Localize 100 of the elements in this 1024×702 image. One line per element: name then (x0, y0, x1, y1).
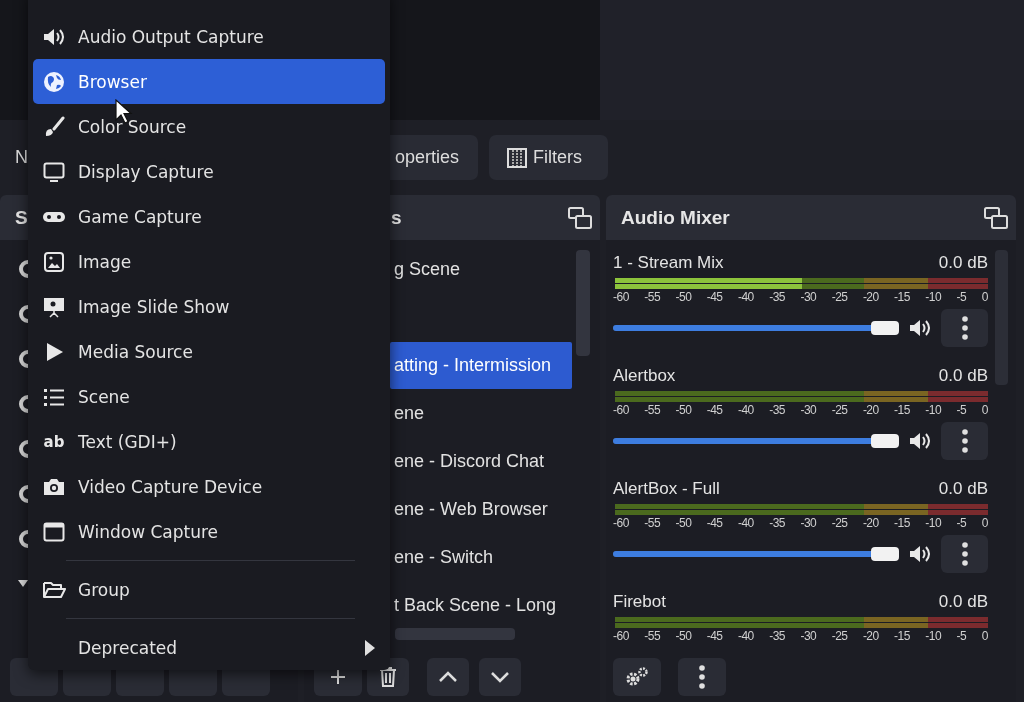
kebab-icon (961, 542, 968, 566)
volume-slider[interactable] (613, 547, 899, 561)
menu-item[interactable]: Video Capture Device (33, 464, 385, 509)
scale-label: -25 (831, 516, 848, 532)
scrollbar[interactable] (576, 250, 590, 356)
scale-label: -30 (800, 516, 817, 532)
dock-title: Audio Mixer (621, 206, 730, 229)
list-item[interactable]: t Back Scene - Long (390, 582, 572, 629)
scale-label: -50 (675, 290, 692, 306)
list-item[interactable]: ene - Discord Chat (390, 438, 572, 485)
volume-reading: 0.0 dB (938, 479, 988, 499)
scale-label: -25 (831, 403, 848, 419)
settings-button[interactable] (613, 658, 661, 696)
scale-label: -60 (613, 403, 629, 419)
list-item[interactable]: g Scene (390, 246, 572, 293)
scale-label: -40 (737, 403, 754, 419)
options-button[interactable] (941, 535, 988, 573)
options-button[interactable] (941, 422, 988, 460)
list-item[interactable]: atting - Intermission (390, 342, 572, 389)
scale-label: -60 (613, 516, 629, 532)
scale-label: -5 (956, 403, 967, 419)
source-icon (18, 393, 28, 414)
slider-thumb[interactable] (871, 547, 899, 561)
menu-item[interactable]: Scene (33, 374, 385, 419)
globe-icon (43, 70, 65, 93)
list-item[interactable]: ene - Switch (390, 534, 572, 581)
slider-thumb[interactable] (871, 321, 899, 335)
menu-item[interactable]: Image (33, 239, 385, 284)
dock-title: s (391, 206, 402, 229)
menu-item[interactable]: Media Source (33, 329, 385, 374)
list-item[interactable]: ene (390, 390, 572, 437)
kebab-icon (699, 665, 705, 689)
scrollbar[interactable] (395, 628, 515, 640)
window-icon (43, 520, 65, 543)
scale-label: -60 (613, 290, 629, 306)
list-item[interactable]: ene - Web Browser (390, 486, 572, 533)
volume-slider[interactable] (613, 434, 899, 448)
scale-label: -30 (800, 629, 817, 645)
scale-label: -10 (925, 516, 942, 532)
scale-label: -5 (956, 290, 967, 306)
source-icon (18, 303, 28, 324)
slideshow-icon (43, 295, 65, 318)
scale-label: -55 (644, 403, 661, 419)
scale-label: -60 (613, 629, 629, 645)
volume-reading: 0.0 dB (938, 253, 988, 273)
menu-item[interactable]: ab Text (GDI+) (33, 419, 385, 464)
menu-item[interactable]: Browser (33, 59, 385, 104)
scale-label: -25 (831, 629, 848, 645)
scale-label: -10 (925, 290, 942, 306)
scale-label: -20 (862, 403, 879, 419)
menu-item[interactable]: Group (33, 567, 385, 612)
scale-label: -15 (894, 629, 910, 645)
speaker-icon[interactable] (907, 543, 933, 565)
menu-item[interactable]: Window Capture (33, 509, 385, 554)
trash-icon (379, 667, 397, 687)
kebab-icon (961, 429, 968, 453)
scale-label: -15 (894, 403, 910, 419)
scale-label: -5 (956, 516, 967, 532)
submenu-arrow-icon (365, 639, 375, 656)
speaker-icon[interactable] (907, 430, 933, 452)
scale-label: -50 (675, 629, 692, 645)
scale-label: 0 (981, 516, 988, 532)
scale-label: -55 (644, 516, 661, 532)
submenu-item[interactable]: Deprecated (33, 625, 385, 670)
filters-button[interactable]: Filters (489, 135, 608, 180)
scale-label: -45 (706, 516, 723, 532)
volume-reading: 0.0 dB (938, 366, 988, 386)
monitor-icon (43, 160, 65, 183)
scale-label: -45 (706, 403, 723, 419)
scale-label: -30 (800, 290, 817, 306)
scale-label: 0 (981, 403, 988, 419)
options-button[interactable] (941, 309, 988, 347)
scale-label: 0 (981, 629, 988, 645)
scale-label: -40 (737, 629, 754, 645)
image-icon (43, 250, 65, 273)
source-icon (18, 438, 28, 459)
scale-label: -45 (706, 290, 723, 306)
slider-thumb[interactable] (871, 434, 899, 448)
scale-label: -15 (894, 290, 910, 306)
plus-icon (330, 669, 346, 685)
scale-label: -35 (769, 290, 785, 306)
undock-icon[interactable] (568, 206, 592, 229)
move-up-button[interactable] (427, 658, 469, 696)
caret-icon[interactable] (18, 579, 28, 588)
menu-item[interactable]: Game Capture (33, 194, 385, 239)
scale-label: 0 (981, 290, 988, 306)
undock-icon[interactable] (984, 206, 1008, 229)
options-button[interactable] (678, 658, 726, 696)
source-icon (18, 348, 28, 369)
scale-label: -55 (644, 629, 661, 645)
menu-item[interactable]: Audio Output Capture (33, 14, 385, 59)
volume-slider[interactable] (613, 321, 899, 335)
source-icon (18, 483, 28, 504)
scale-label: -15 (894, 516, 910, 532)
speaker-icon[interactable] (907, 317, 933, 339)
menu-item[interactable]: Image Slide Show (33, 284, 385, 329)
scale-label: -10 (925, 629, 942, 645)
filters-icon (507, 147, 527, 168)
move-down-button[interactable] (479, 658, 521, 696)
scale-label: -40 (737, 290, 754, 306)
